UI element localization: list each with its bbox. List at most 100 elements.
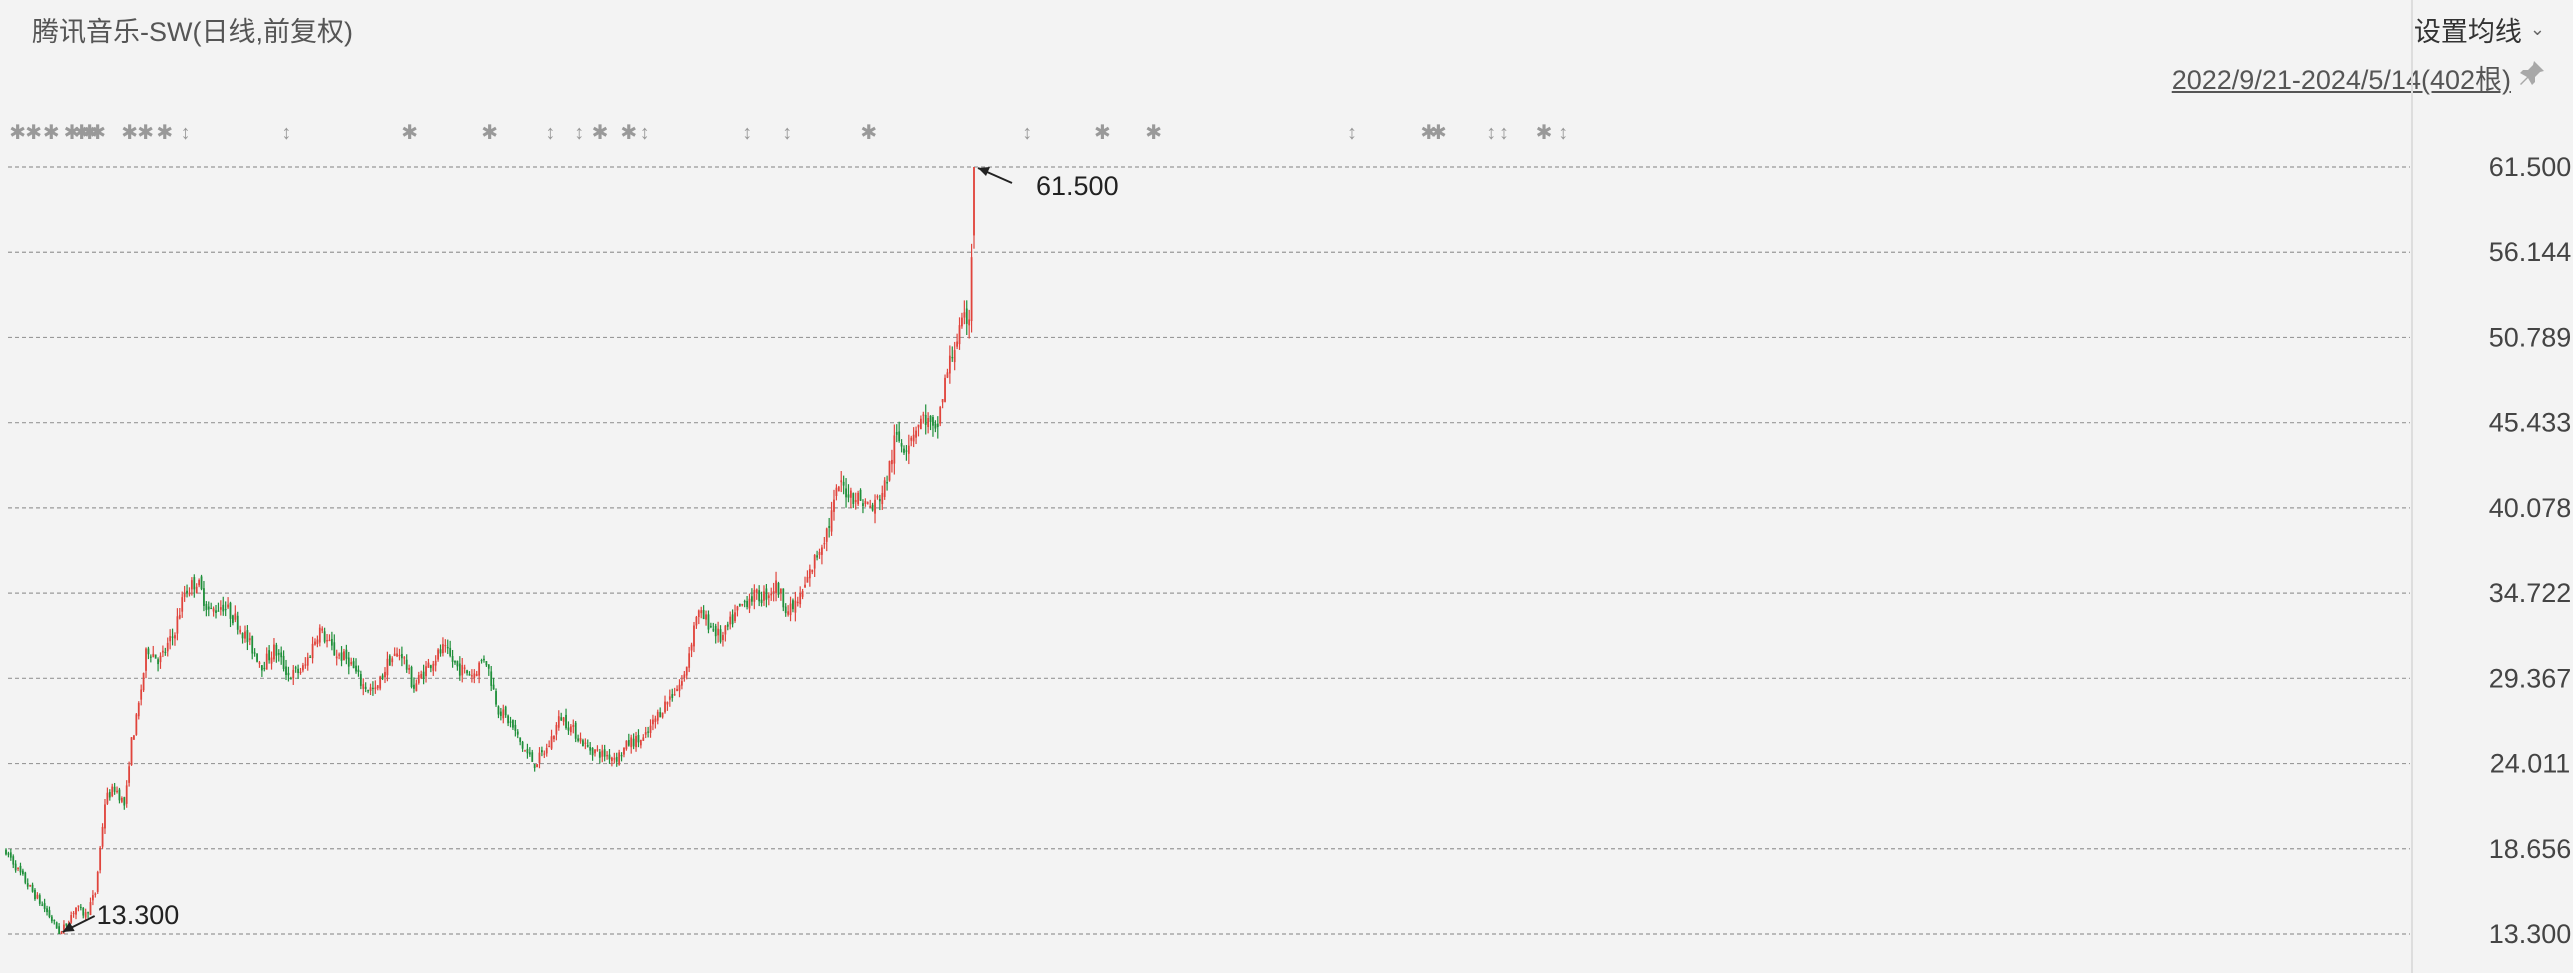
candle[interactable] <box>166 637 169 657</box>
candle[interactable] <box>859 488 862 502</box>
candle[interactable] <box>104 799 106 834</box>
candle[interactable] <box>451 649 454 668</box>
candle[interactable] <box>446 639 449 655</box>
candle[interactable] <box>516 729 519 739</box>
candle[interactable] <box>804 576 806 588</box>
candle[interactable] <box>639 739 642 749</box>
candle[interactable] <box>524 749 526 752</box>
candle[interactable] <box>234 605 237 623</box>
candle[interactable] <box>388 654 391 666</box>
candle[interactable] <box>719 625 722 644</box>
candle[interactable] <box>852 492 855 509</box>
candle[interactable] <box>970 243 973 333</box>
candle[interactable] <box>932 414 934 437</box>
candle[interactable] <box>927 412 930 434</box>
candle[interactable] <box>635 731 637 752</box>
candle[interactable] <box>31 882 34 893</box>
candle[interactable] <box>386 651 389 682</box>
candle[interactable] <box>101 823 104 849</box>
event-marker[interactable]: ✱ <box>1430 122 1447 144</box>
candle[interactable] <box>565 708 567 730</box>
candle[interactable] <box>176 608 179 641</box>
candle[interactable] <box>186 584 188 598</box>
candle[interactable] <box>659 707 662 718</box>
candle[interactable] <box>292 665 295 685</box>
candle[interactable] <box>478 661 481 684</box>
candle[interactable] <box>968 309 971 339</box>
candle[interactable] <box>688 646 691 673</box>
candle[interactable] <box>714 623 717 644</box>
candle[interactable] <box>458 656 461 681</box>
candle[interactable] <box>369 683 372 696</box>
event-marker[interactable]: ↕ <box>1347 122 1357 144</box>
candle[interactable] <box>215 604 217 619</box>
candle[interactable] <box>770 587 773 601</box>
candle[interactable] <box>823 536 826 549</box>
candle[interactable] <box>951 346 954 362</box>
candle[interactable] <box>437 648 439 662</box>
candle[interactable] <box>683 670 686 682</box>
candle[interactable] <box>521 740 524 752</box>
candle[interactable] <box>381 673 384 681</box>
candle[interactable] <box>849 487 852 509</box>
candle[interactable] <box>601 744 604 763</box>
candle[interactable] <box>345 644 348 665</box>
candle[interactable] <box>553 735 555 743</box>
candle[interactable] <box>53 919 56 925</box>
candle[interactable] <box>232 614 234 626</box>
candle[interactable] <box>205 601 208 617</box>
candle[interactable] <box>26 878 29 890</box>
candle[interactable] <box>903 445 905 455</box>
candle[interactable] <box>910 435 913 447</box>
candle[interactable] <box>828 517 831 538</box>
candle[interactable] <box>490 666 493 692</box>
candle[interactable] <box>825 527 828 552</box>
candle[interactable] <box>613 752 616 764</box>
candle[interactable] <box>697 609 700 625</box>
candle[interactable] <box>393 647 396 657</box>
candle[interactable] <box>623 747 625 758</box>
candle[interactable] <box>738 603 741 607</box>
candle[interactable] <box>661 712 664 719</box>
candle[interactable] <box>907 434 910 465</box>
candle[interactable] <box>217 602 220 612</box>
candle[interactable] <box>748 593 751 614</box>
candle[interactable] <box>893 424 896 475</box>
candle[interactable] <box>891 449 893 473</box>
candle[interactable] <box>434 655 437 672</box>
candle[interactable] <box>857 490 860 507</box>
candle[interactable] <box>961 312 963 329</box>
candle[interactable] <box>886 475 888 491</box>
candle[interactable] <box>514 719 517 737</box>
candle[interactable] <box>729 611 732 630</box>
event-marker[interactable]: ↕ <box>574 122 584 144</box>
candle[interactable] <box>567 721 570 735</box>
candle[interactable] <box>282 650 285 672</box>
candle[interactable] <box>485 660 488 667</box>
candle[interactable] <box>41 901 44 907</box>
candle[interactable] <box>755 588 758 600</box>
candle[interactable] <box>905 445 908 461</box>
candle[interactable] <box>929 415 932 431</box>
candle[interactable] <box>705 610 707 626</box>
candle[interactable] <box>374 680 377 694</box>
candle[interactable] <box>429 664 432 673</box>
candle[interactable] <box>594 748 596 757</box>
candle[interactable] <box>840 471 843 493</box>
candle[interactable] <box>538 747 541 769</box>
candle[interactable] <box>246 625 249 651</box>
candle[interactable] <box>794 591 797 622</box>
candle[interactable] <box>118 787 121 804</box>
candle[interactable] <box>543 750 546 759</box>
event-marker[interactable]: ↕ <box>281 122 291 144</box>
candle[interactable] <box>681 675 683 690</box>
event-marker[interactable]: ✱ <box>401 122 418 144</box>
candle[interactable] <box>79 904 82 911</box>
candle[interactable] <box>403 656 406 665</box>
candle[interactable] <box>763 585 765 606</box>
event-marker[interactable]: ↕ <box>1022 122 1032 144</box>
candle[interactable] <box>203 580 205 612</box>
candle[interactable] <box>502 704 505 724</box>
candle[interactable] <box>379 675 382 691</box>
candle[interactable] <box>480 658 483 664</box>
